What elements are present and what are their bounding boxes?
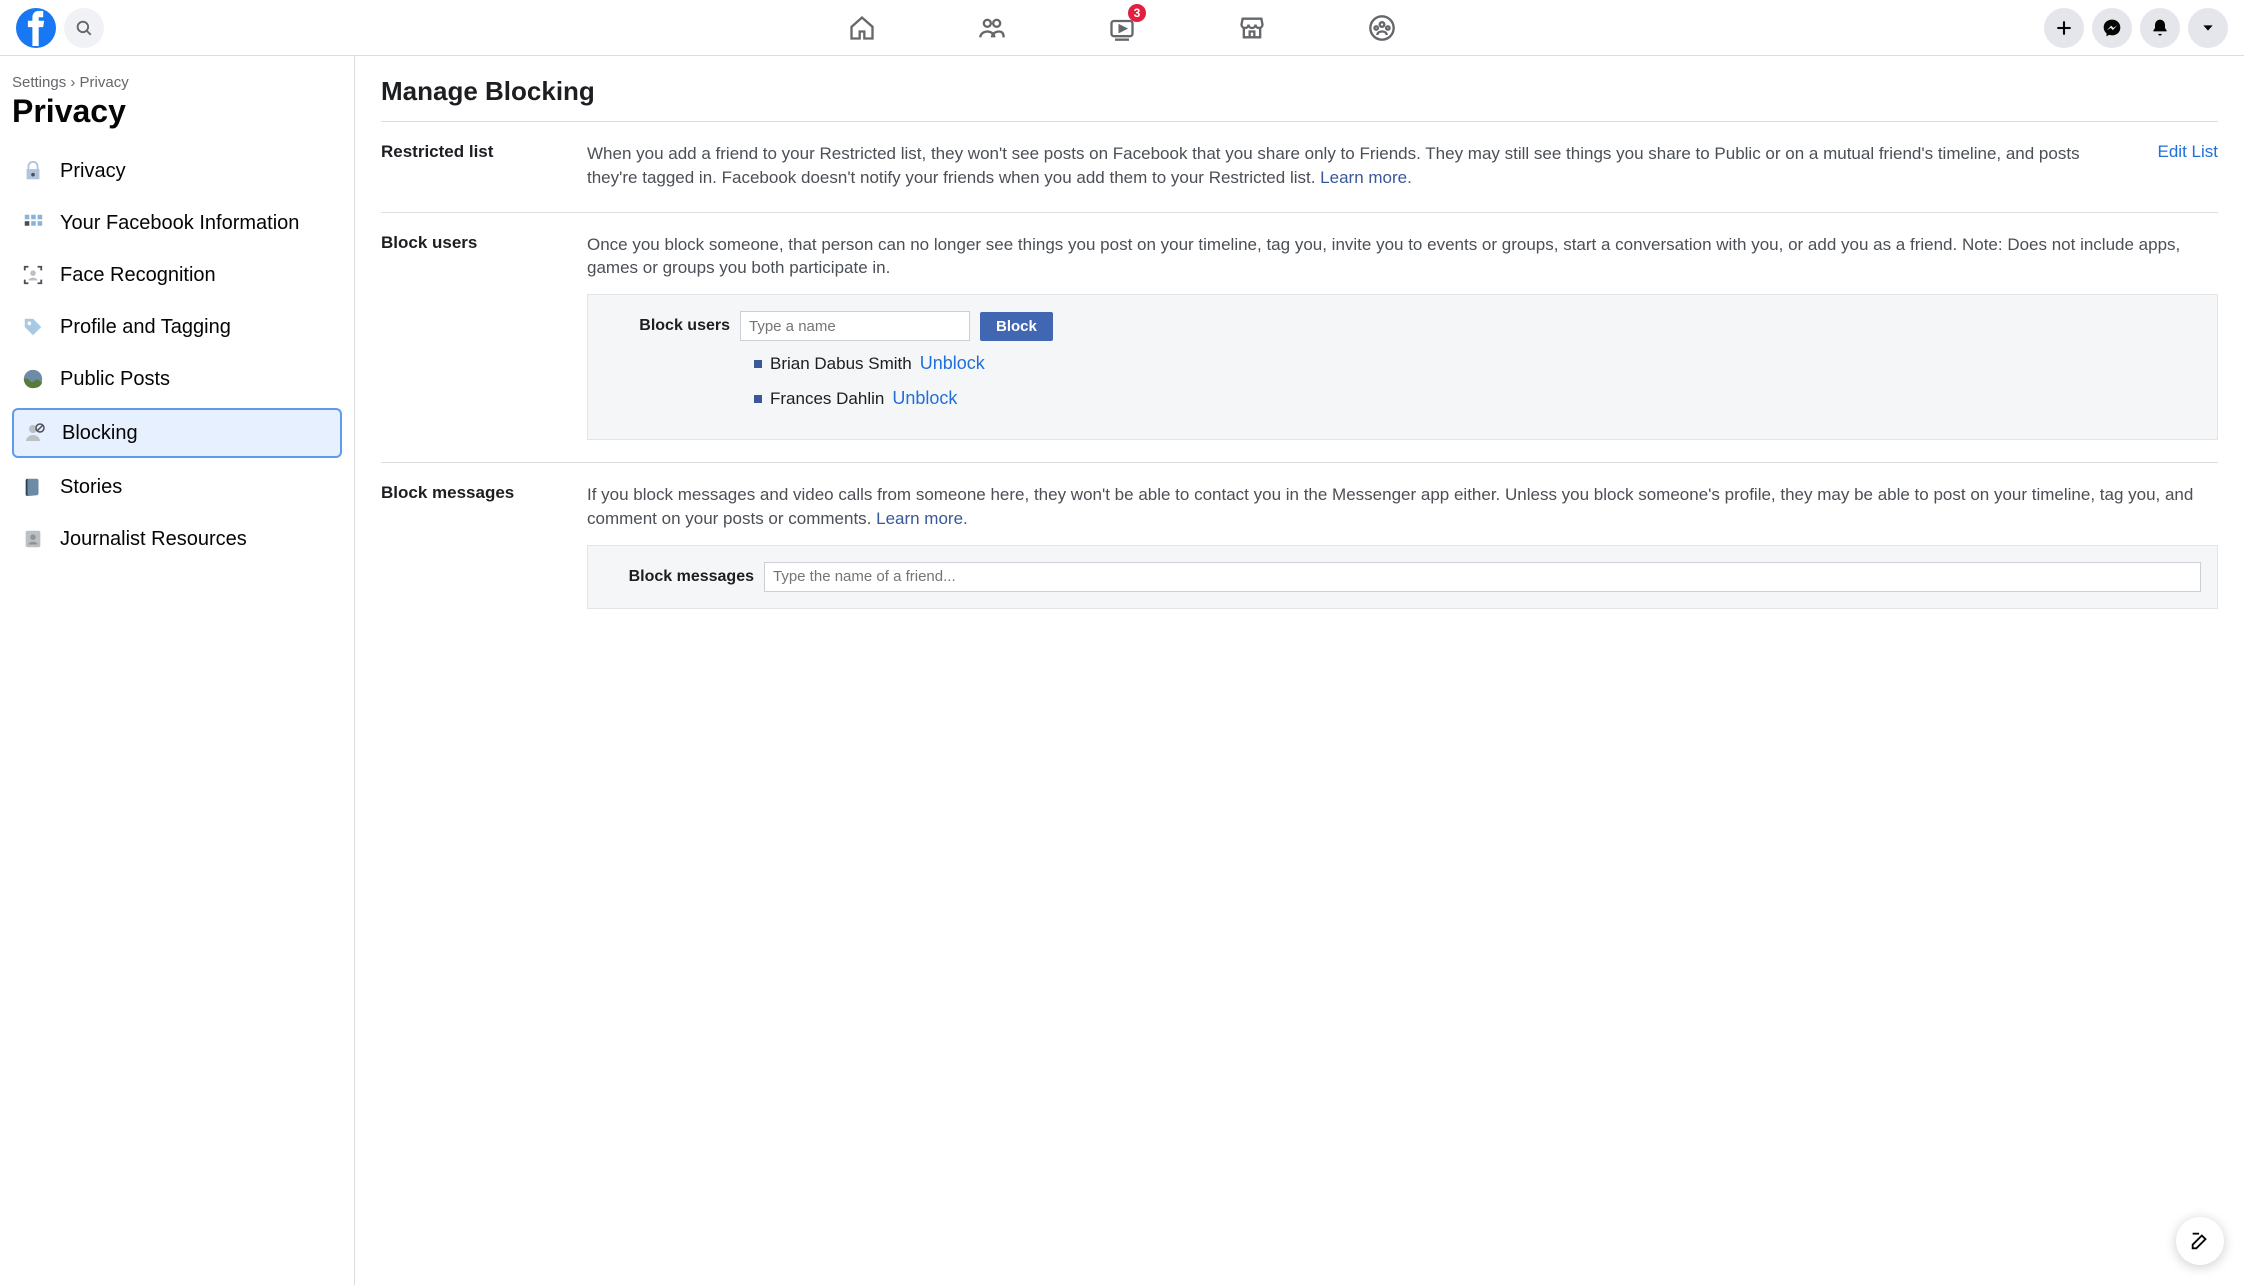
bullet-icon (754, 395, 762, 403)
compose-fab[interactable] (2176, 1217, 2224, 1265)
sidebar-item-label: Face Recognition (60, 264, 216, 287)
sidebar-item-blocking[interactable]: Blocking (12, 408, 342, 458)
sidebar-item-stories[interactable]: Stories (12, 464, 342, 510)
breadcrumb-privacy[interactable]: Privacy (80, 74, 129, 91)
sidebar-item-fb-info[interactable]: Your Facebook Information (12, 200, 342, 246)
stories-icon (20, 474, 46, 500)
friends-icon (978, 14, 1006, 42)
blocked-user-row: Frances Dahlin Unblock (754, 388, 2201, 409)
nav-groups[interactable] (1362, 8, 1402, 48)
unblock-link[interactable]: Unblock (892, 388, 957, 409)
page-title: Manage Blocking (381, 76, 2218, 107)
section-restricted-list: Restricted list When you add a friend to… (381, 121, 2218, 212)
block-user-icon (22, 420, 48, 446)
watch-badge: 3 (1128, 4, 1146, 22)
settings-sidebar: Settings › Privacy Privacy Privacy Your … (0, 56, 355, 1285)
learn-more-link[interactable]: Learn more. (876, 509, 968, 528)
sidebar-item-label: Journalist Resources (60, 528, 247, 551)
section-title: Block users (381, 233, 571, 441)
breadcrumb-settings[interactable]: Settings (12, 74, 66, 91)
nav-watch[interactable]: 3 (1102, 8, 1142, 48)
lock-icon (20, 158, 46, 184)
sidebar-item-face-recognition[interactable]: Face Recognition (12, 252, 342, 298)
bell-icon (2150, 18, 2170, 38)
search-icon (75, 19, 93, 37)
block-messages-input[interactable] (764, 562, 2201, 592)
block-button[interactable]: Block (980, 312, 1053, 341)
grid-icon (20, 210, 46, 236)
bullet-icon (754, 360, 762, 368)
chevron-down-icon (2200, 20, 2216, 36)
section-block-users: Block users Once you block someone, that… (381, 212, 2218, 463)
sidebar-item-label: Blocking (62, 422, 138, 445)
section-block-messages: Block messages If you block messages and… (381, 462, 2218, 631)
create-button[interactable] (2044, 8, 2084, 48)
section-description: When you add a friend to your Restricted… (587, 142, 2122, 190)
sidebar-item-label: Profile and Tagging (60, 316, 231, 339)
nav-marketplace[interactable] (1232, 8, 1272, 48)
nav-home[interactable] (842, 8, 882, 48)
sidebar-item-journalist[interactable]: Journalist Resources (12, 516, 342, 562)
breadcrumb: Settings › Privacy (12, 74, 342, 91)
sidebar-title: Privacy (12, 93, 342, 130)
sidebar-item-public-posts[interactable]: Public Posts (12, 356, 342, 402)
breadcrumb-separator: › (70, 74, 75, 91)
facebook-f-icon (25, 10, 47, 46)
section-title: Block messages (381, 483, 571, 609)
blocked-user-row: Brian Dabus Smith Unblock (754, 353, 2201, 374)
block-messages-form: Block messages (587, 545, 2218, 609)
compose-icon (2189, 1230, 2211, 1252)
main-content: Manage Blocking Restricted list When you… (355, 56, 2244, 1285)
section-description: Once you block someone, that person can … (587, 233, 2218, 281)
sidebar-item-privacy[interactable]: Privacy (12, 148, 342, 194)
notifications-button[interactable] (2140, 8, 2180, 48)
sidebar-item-label: Public Posts (60, 368, 170, 391)
journalist-icon (20, 526, 46, 552)
messenger-button[interactable] (2092, 8, 2132, 48)
globe-icon (20, 366, 46, 392)
form-label: Block users (604, 317, 730, 335)
block-users-input[interactable] (740, 311, 970, 341)
section-description: If you block messages and video calls fr… (587, 483, 2218, 531)
sidebar-item-label: Your Facebook Information (60, 212, 299, 235)
blocked-user-name: Brian Dabus Smith (770, 354, 912, 374)
sidebar-item-label: Stories (60, 476, 122, 499)
blocked-user-name: Frances Dahlin (770, 389, 884, 409)
face-recognition-icon (20, 262, 46, 288)
plus-icon (2054, 18, 2074, 38)
marketplace-icon (1238, 14, 1266, 42)
block-users-form: Block users Block Brian Dabus Smith Unbl… (587, 294, 2218, 440)
sidebar-item-label: Privacy (60, 160, 126, 183)
learn-more-link[interactable]: Learn more. (1320, 168, 1412, 187)
sidebar-item-profile-tagging[interactable]: Profile and Tagging (12, 304, 342, 350)
tag-icon (20, 314, 46, 340)
unblock-link[interactable]: Unblock (920, 353, 985, 374)
section-title: Restricted list (381, 142, 571, 190)
facebook-logo[interactable] (16, 8, 56, 48)
blocked-users-list: Brian Dabus Smith Unblock Frances Dahlin… (754, 353, 2201, 409)
account-menu-button[interactable] (2188, 8, 2228, 48)
home-icon (848, 14, 876, 42)
edit-list-link[interactable]: Edit List (2158, 142, 2218, 190)
search-button[interactable] (64, 8, 104, 48)
top-navigation: 3 (0, 0, 2244, 56)
messenger-icon (2102, 18, 2122, 38)
groups-icon (1368, 14, 1396, 42)
form-label: Block messages (604, 568, 754, 586)
nav-friends[interactable] (972, 8, 1012, 48)
